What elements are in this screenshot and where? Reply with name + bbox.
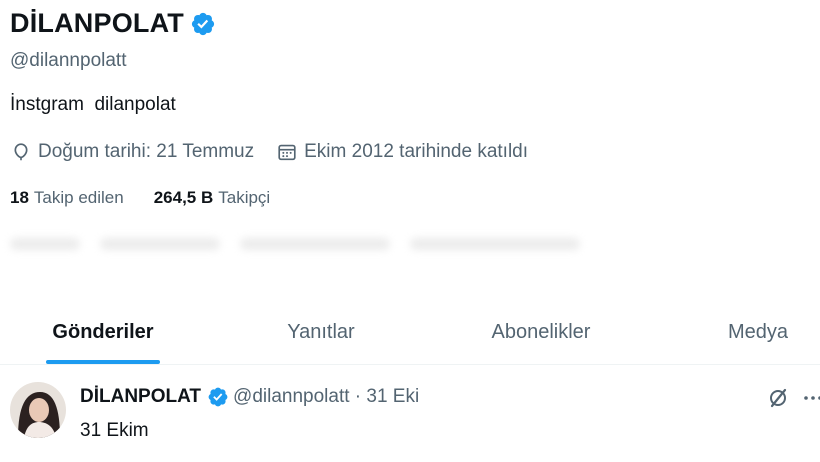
- joined-text: Ekim 2012 tarihinde katıldı: [304, 141, 529, 162]
- profile-meta: Doğum tarihi: 21 Temmuz Ekim 2012 tarihi…: [10, 141, 550, 163]
- tweet-text: 31 Ekim: [80, 420, 149, 441]
- tab-subscriptions[interactable]: Abonelikler: [456, 300, 626, 364]
- followers-count: 264,5 B: [153, 188, 214, 207]
- following-label: Takip edilen: [33, 188, 124, 207]
- tweet-actions: [766, 386, 820, 410]
- following-count: 18: [10, 188, 29, 207]
- profile-bio: İnstgram dilanpolat: [10, 94, 176, 115]
- verified-badge-icon[interactable]: [190, 11, 216, 37]
- follow-stats: 18 Takip edilen 264,5 B Takipçi: [10, 188, 300, 208]
- tab-replies[interactable]: Yanıtlar: [236, 300, 406, 364]
- verified-badge-icon: [208, 387, 228, 407]
- joined-item: Ekim 2012 tarihinde katıldı: [276, 141, 528, 163]
- followers-label: Takipçi: [218, 188, 271, 207]
- more-icon[interactable]: [802, 386, 820, 410]
- name-row: DİLANPOLAT: [10, 8, 216, 39]
- balloon-icon: [14, 143, 28, 161]
- avatar-image: [10, 382, 66, 438]
- tweet-header: DİLANPOLAT @dilannpolatt · 31 Eki: [80, 386, 419, 408]
- following-link[interactable]: 18 Takip edilen: [10, 188, 124, 208]
- calendar-icon: [278, 144, 296, 161]
- tab-active-indicator: [46, 360, 160, 364]
- profile-handle: @dilannpolatt: [10, 50, 127, 71]
- followers-link[interactable]: 264,5 B Takipçi: [154, 188, 271, 208]
- avatar[interactable]: [10, 382, 66, 438]
- grok-icon[interactable]: [766, 386, 790, 410]
- tab-posts[interactable]: Gönderiler: [18, 300, 188, 364]
- birthday-item: Doğum tarihi: 21 Temmuz: [10, 141, 254, 163]
- blurred-followers-preview: [10, 230, 590, 260]
- tab-media[interactable]: Medya: [700, 300, 816, 364]
- birthday-text: Doğum tarihi: 21 Temmuz: [38, 141, 255, 162]
- tweet-author-name[interactable]: DİLANPOLAT: [80, 386, 201, 408]
- tweet-handle-date[interactable]: @dilannpolatt · 31 Eki: [233, 386, 419, 408]
- tweet-item[interactable]: DİLANPOLAT @dilannpolatt · 31 Eki 31 Eki…: [0, 366, 820, 462]
- profile-tabs: Gönderiler Yanıtlar Abonelikler Medya: [0, 300, 820, 365]
- profile-display-name: DİLANPOLAT: [10, 8, 184, 38]
